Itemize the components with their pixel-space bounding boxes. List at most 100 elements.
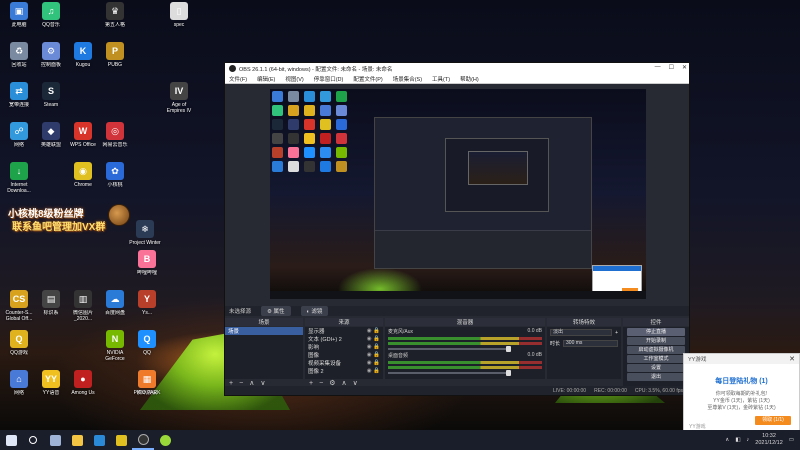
visibility-icon[interactable]: ◉ 🔒 [367,368,380,374]
app-icon: IV [170,82,188,100]
desktop-icon[interactable]: Q QQ [130,330,164,368]
desktop-icon[interactable]: ⌂ 网络 [2,370,36,408]
desktop-icon-label: WPS Office [70,142,96,148]
desktop-icon[interactable]: ♫ QQ音乐 [34,2,68,40]
menu-item[interactable]: 文件(F) [229,75,247,83]
desktop-icon-project-winter[interactable]: ❄ Project Winter [128,220,162,258]
desktop-icon[interactable]: ◎ 网易云音乐 [98,122,132,160]
control-button[interactable]: 退出 [627,373,685,381]
desktop-icon[interactable]: W WPS Office [66,122,100,160]
properties-button[interactable]: ⚙ 属性 [261,306,291,316]
volume-icon[interactable]: ♪ [747,437,750,443]
control-button[interactable]: 停止直播 [627,328,685,336]
taskbar-clock[interactable]: 10:32 2021/12/12 [755,433,783,447]
desktop-icon[interactable]: ◆ 英雄联盟 [34,122,68,160]
claim-button[interactable]: 领取 (1/1) [755,416,791,425]
menu-item[interactable]: 工具(T) [432,75,450,83]
chrome-icon[interactable] [110,430,132,450]
edge-icon[interactable] [88,430,110,450]
source-item[interactable]: 视频采集设备 ◉ 🔒 [305,359,383,367]
controls-dock-title: 控件 [623,318,689,326]
visibility-icon[interactable]: ◉ 🔒 [367,344,380,350]
desktop-icon[interactable]: N NVIDIA GeForce Experience [98,330,132,368]
taskbar-app-glyph [49,434,61,446]
source-item[interactable]: 文本 (GDI+) 2 ◉ 🔒 [305,335,383,343]
preview-icon [304,105,315,116]
desktop-icon-label: 宽带连接 [8,102,29,108]
desktop-icon[interactable]: ♻ 回收站 [2,42,36,80]
obs-docks: 未选择源 ⚙ 属性 ◐ 滤镜 场景 场景 + − ∧ ∨ 来源 显示器 ◉ 🔒 文本… [225,306,689,389]
obs-window: OBS 26.1.1 (64-bit, windows) - 配置文件: 未命名… [224,62,690,396]
source-item[interactable]: 图像 ◉ 🔒 [305,351,383,359]
app-icon[interactable] [154,430,176,450]
scene-item[interactable]: 场景 [225,327,303,335]
desktop-icon[interactable]: Q QQ游戏 [2,330,36,368]
desktop-icon[interactable]: YY YY语音 [34,370,68,408]
menu-item[interactable]: 停靠窗口(D) [314,75,344,83]
menu-item[interactable]: 配置文件(P) [353,75,382,83]
desktop-icon[interactable]: ● Among Us [66,370,100,408]
visibility-icon[interactable]: ◉ 🔒 [367,352,380,358]
maximize-icon[interactable]: ☐ [669,64,674,71]
close-icon[interactable]: ✕ [789,355,795,363]
explorer-icon[interactable] [66,430,88,450]
app-icon: ☁ [106,290,124,308]
desktop-icon[interactable]: ☍ 网络 [2,122,36,160]
desktop-icon[interactable]: IV Age of Empires IV [162,82,196,120]
visibility-icon[interactable]: ◉ 🔒 [367,336,380,342]
preview-icon [304,91,315,102]
desktop-icon[interactable]: ☁ 百度网盘 [98,290,132,328]
desktop-icon[interactable]: P PUBG [98,42,132,80]
control-button[interactable]: 工作室模式 [627,355,685,363]
notification-line-1: 你可领取每期的补礼包! [715,391,768,397]
desktop-icon[interactable]: ⇄ 宽带连接 [2,82,36,120]
desktop-icon[interactable]: K Kugou [66,42,100,80]
desktop-icon[interactable]: ◉ Chrome [66,162,100,200]
desktop-icon[interactable]: ♛ 第五人格 [98,2,132,40]
visibility-icon[interactable]: ◉ 🔒 [367,328,380,334]
source-item[interactable]: 影响 ◉ 🔒 [305,343,383,351]
source-item[interactable]: 图像 2 ◉ 🔒 [305,367,383,375]
search-icon[interactable] [22,430,44,450]
add-transition-icon[interactable]: + [615,330,618,336]
desktop-icon[interactable]: ⚙ 控制面板 [34,42,68,80]
control-button[interactable]: 开始录制 [627,337,685,345]
project-winter-icon: ❄ [136,220,154,238]
visibility-icon[interactable]: ◉ 🔒 [367,360,380,366]
control-button[interactable]: 设置 [627,364,685,372]
notification-center-icon[interactable]: ▭ [789,437,794,443]
filters-button[interactable]: ◐ 滤镜 [300,306,329,316]
desktop-icon[interactable]: ▥ 微信图片_2020... [66,290,100,328]
windows-icon[interactable] [0,430,22,450]
volume-slider[interactable] [388,346,512,352]
transition-select[interactable]: 淡出 [550,329,613,336]
desktop-icon[interactable]: ▦ PICO PARK [130,370,164,408]
menu-item[interactable]: 帮助(H) [460,75,479,83]
duration-input[interactable]: 300 ms [563,340,618,347]
obs-preview[interactable] [270,89,646,299]
desktop-icon[interactable]: S Steam [34,82,68,120]
task-view-icon[interactable] [44,430,66,450]
volume-slider[interactable] [388,370,512,376]
desktop-icon[interactable]: Y Ys... [130,290,164,328]
taskbar-app-glyph [71,434,83,446]
desktop-icon[interactable]: ▯ spec [162,2,196,40]
menu-item[interactable]: 视图(V) [285,75,303,83]
desktop-icon[interactable]: ▤ 标识系 [34,290,68,328]
desktop-icon[interactable]: ↓ Internet Downloa... [2,162,36,200]
close-icon[interactable]: ✕ [682,64,687,71]
desktop-icon[interactable]: ✿ 小核桃 [98,162,132,200]
control-button[interactable]: 启动虚拟摄像机 [627,346,685,354]
desktop-icon[interactable]: ▣ 此电脑 [2,2,36,40]
menu-item[interactable]: 编辑(E) [257,75,275,83]
desktop-icon[interactable]: CS Counter-S... Global Off... [2,290,36,328]
track-header: 麦克风/Aux 0.0 dB [388,328,542,335]
network-icon[interactable]: ◧ [735,437,740,443]
obs-icon[interactable] [132,430,154,450]
minimize-icon[interactable]: — [655,64,661,71]
menu-item[interactable]: 场景集合(S) [393,75,422,83]
mixer-track: 桌面音频 0.0 dB [385,351,545,376]
app-icon: S [42,82,60,100]
source-item[interactable]: 显示器 ◉ 🔒 [305,327,383,335]
chevron-up-icon[interactable]: ∧ [725,437,729,443]
